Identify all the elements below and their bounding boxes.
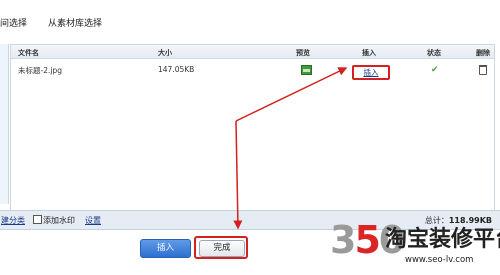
header-insert: 插入 bbox=[362, 49, 376, 57]
logo-digit-1: 3 bbox=[330, 218, 356, 262]
tab-library-select[interactable]: 从素材库选择 bbox=[48, 16, 102, 29]
header-status: 状态 bbox=[427, 49, 441, 57]
header-filename: 文件名 bbox=[18, 49, 39, 57]
table-row: 未标题-2.jpg 147.05KB 插入 ✔ bbox=[11, 62, 494, 80]
header-preview: 预览 bbox=[296, 49, 310, 57]
total-value: 118.99KB bbox=[448, 216, 492, 225]
header-size: 大小 bbox=[158, 49, 172, 57]
site-logo-name: 淘宝装修平台 bbox=[385, 227, 500, 252]
table-header: 文件名 大小 预览 插入 状态 删除 bbox=[11, 45, 494, 59]
logo-digit-2: 5 bbox=[354, 218, 380, 262]
insert-button[interactable]: 插入 bbox=[140, 239, 191, 258]
check-icon: ✔ bbox=[431, 65, 439, 75]
total-label: 总计： bbox=[424, 216, 449, 225]
source-tabs: 间选择 从素材库选择 bbox=[0, 13, 500, 31]
site-logo-url: www.seo-lv.com bbox=[405, 255, 474, 265]
file-name: 未标题-2.jpg bbox=[18, 66, 62, 75]
tab-local-select[interactable]: 间选择 bbox=[0, 16, 27, 29]
file-list-panel: 文件名 大小 预览 插入 状态 删除 未标题-2.jpg 147.05KB 插入… bbox=[10, 44, 495, 212]
done-button[interactable]: 完成 bbox=[199, 240, 245, 257]
total-size: 总计：118.99KB bbox=[425, 215, 492, 226]
new-category-link[interactable]: 建分类 bbox=[1, 215, 25, 226]
row-insert-link[interactable]: 插入 bbox=[352, 65, 390, 80]
trash-icon[interactable] bbox=[479, 65, 487, 75]
watermark-settings-link[interactable]: 设置 bbox=[85, 215, 101, 226]
image-preview-icon[interactable] bbox=[301, 65, 312, 75]
watermark-checkbox[interactable] bbox=[33, 215, 42, 224]
left-scroll-strip bbox=[0, 44, 9, 204]
done-highlight: 完成 bbox=[194, 236, 248, 259]
header-delete: 删除 bbox=[476, 49, 490, 57]
watermark-label: 添加水印 bbox=[43, 216, 75, 225]
file-size: 147.05KB bbox=[158, 65, 195, 74]
